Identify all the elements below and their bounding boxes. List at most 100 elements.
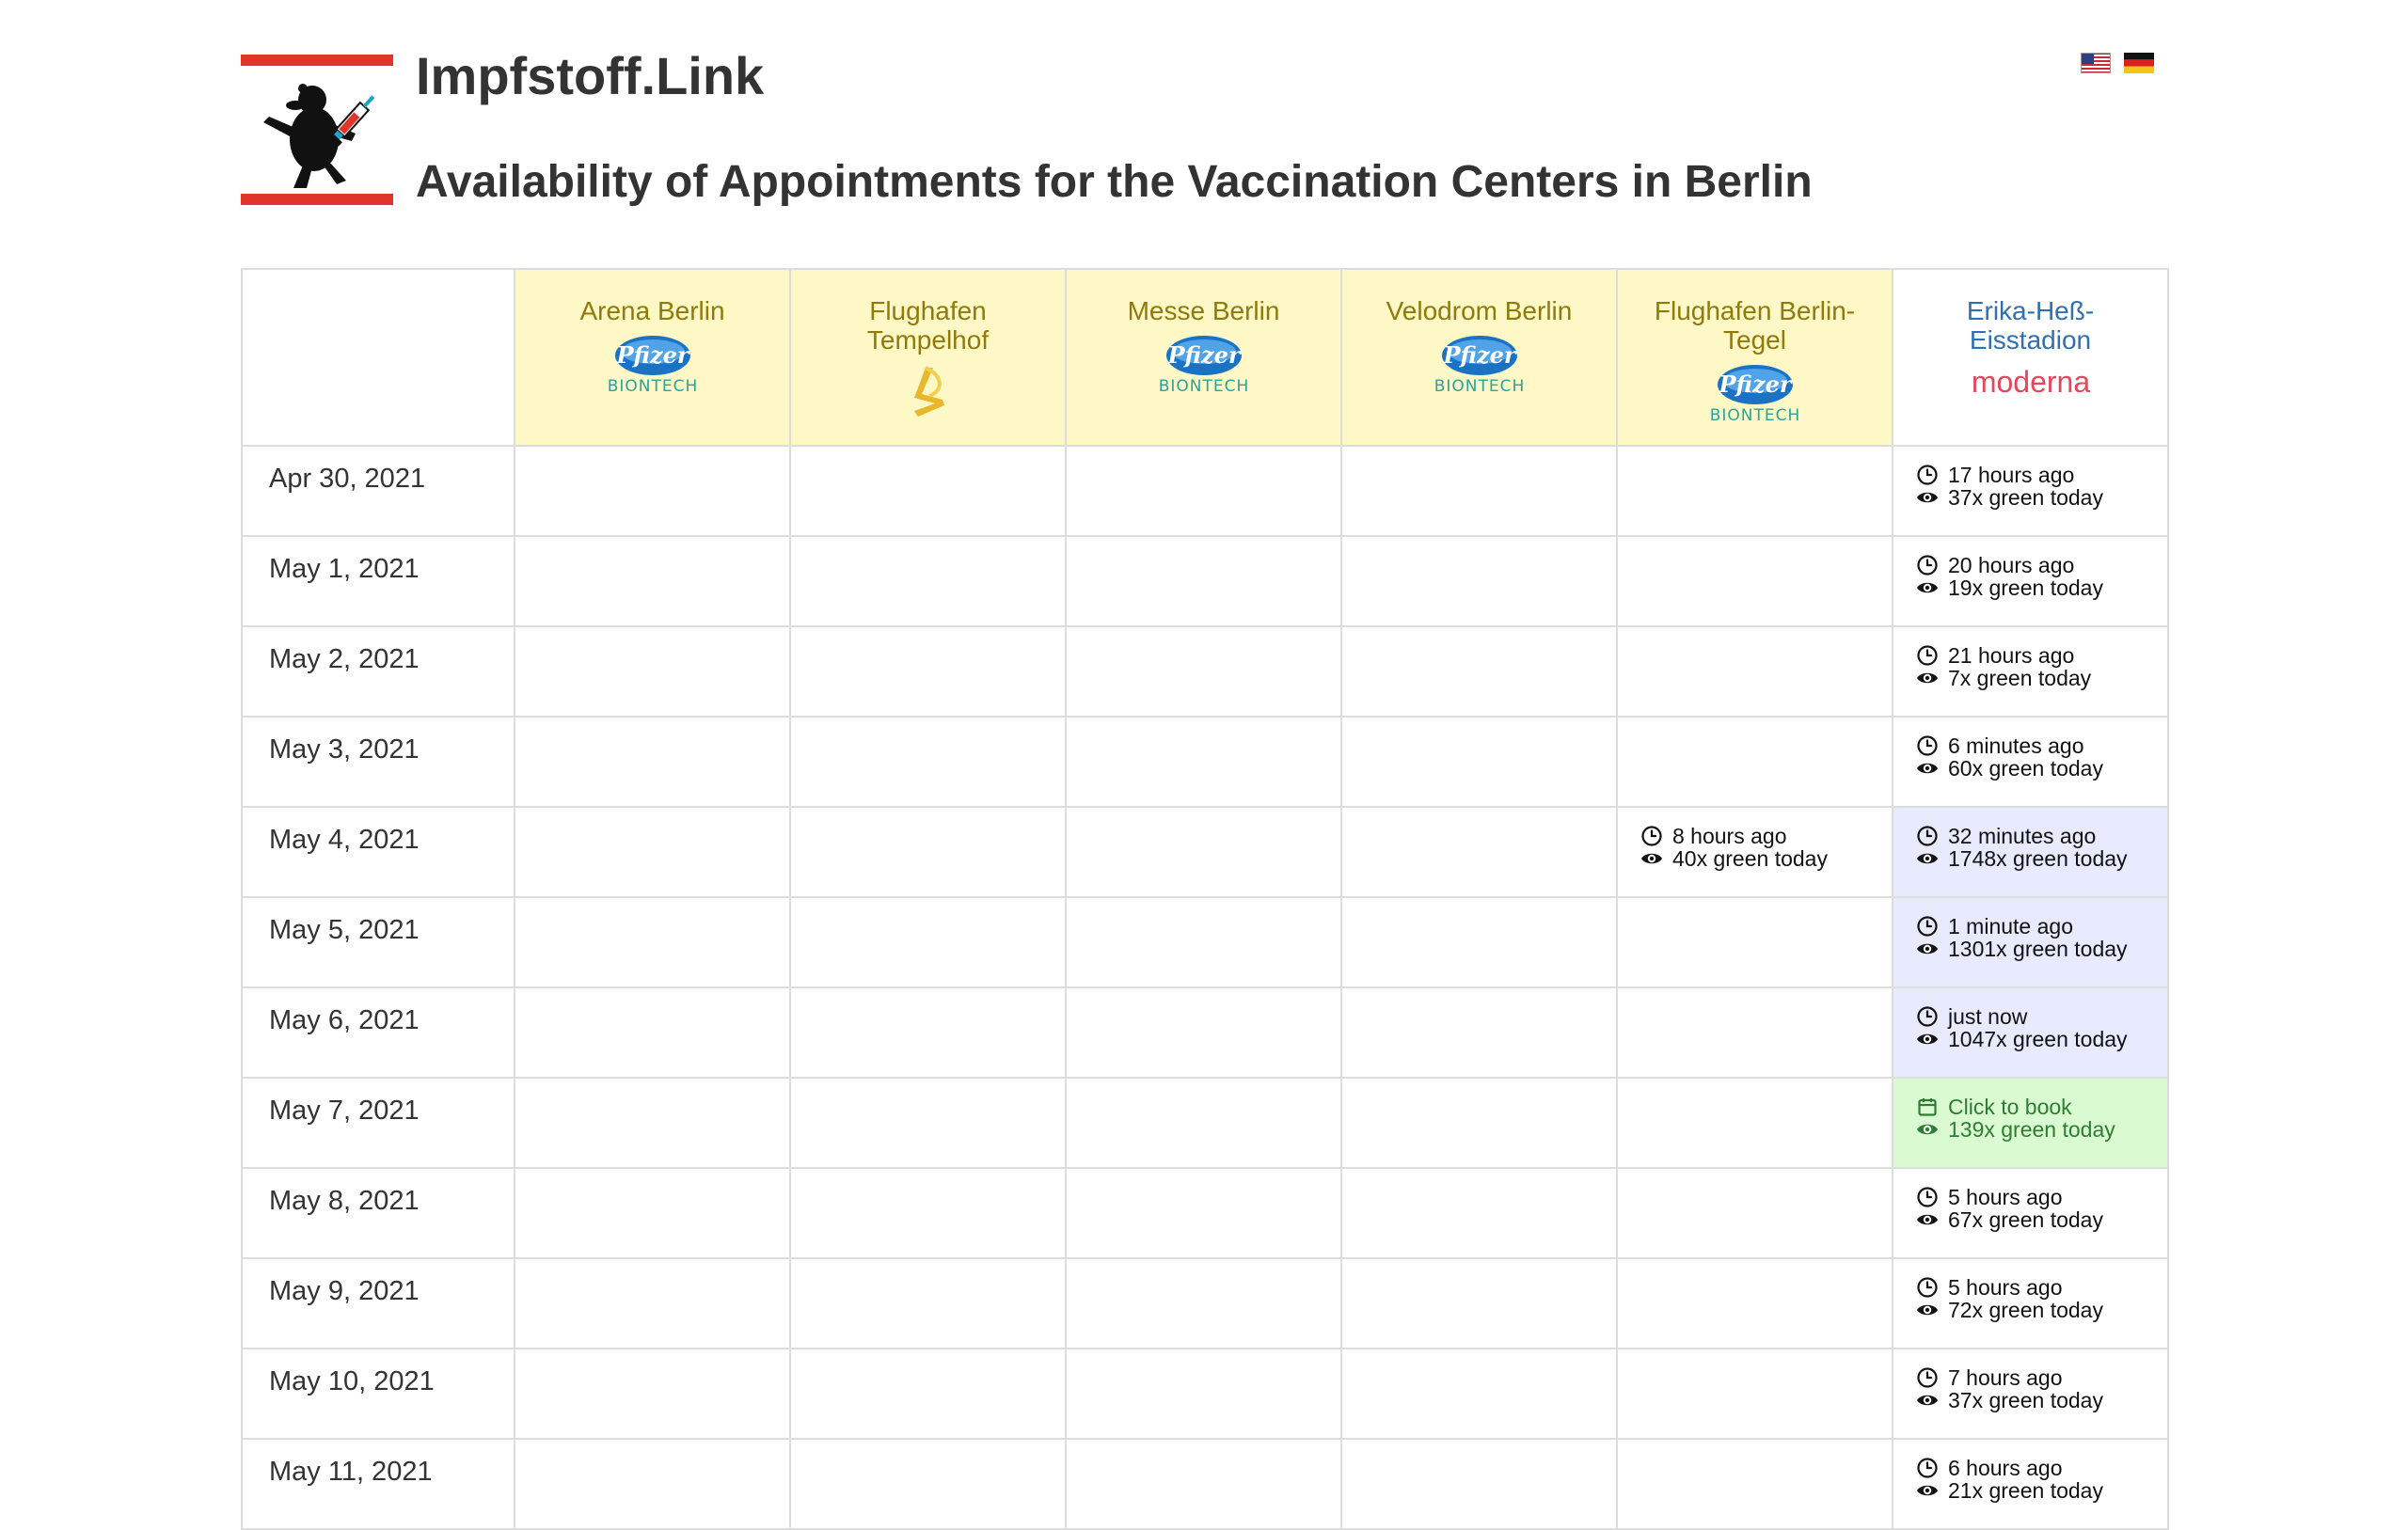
slot-count-line: 19x green today — [1916, 576, 2167, 599]
slot-cell — [1618, 1169, 1893, 1259]
slot-cell[interactable]: 8 hours ago 40x green today — [1618, 808, 1893, 898]
eye-icon — [1917, 582, 1938, 593]
center-header-arena-berlin: Arena Berlin Pfizer BIONTECH — [515, 268, 791, 447]
slot-cell[interactable]: 1 minute ago 1301x green today — [1893, 898, 2169, 988]
slot-status-line: 6 minutes ago — [1916, 734, 2167, 757]
us-flag-icon[interactable] — [2081, 53, 2111, 73]
table-row: May 1, 2021 20 hours ago 19x green today — [241, 537, 2169, 627]
slot-cell[interactable]: 17 hours ago 37x green today — [1893, 447, 2169, 537]
slot-cell — [1067, 808, 1342, 898]
eye-icon — [1917, 1304, 1938, 1316]
slot-count: 1301x green today — [1948, 937, 2128, 961]
slot-count: 40x green today — [1672, 846, 1828, 871]
svg-text:Pfizer: Pfizer — [1442, 341, 1517, 369]
clock-icon — [1641, 826, 1662, 846]
center-name[interactable]: Erika-Heß-Eisstadion — [1893, 296, 2167, 355]
slot-cell — [1618, 1349, 1893, 1440]
moderna-logo: moderna — [1971, 365, 2090, 399]
slot-status: 6 minutes ago — [1948, 733, 2084, 758]
slot-count-line: 7x green today — [1916, 667, 2167, 689]
date-cell: May 6, 2021 — [241, 988, 515, 1079]
svg-text:BIONTECH: BIONTECH — [1158, 377, 1249, 395]
slot-cell[interactable]: Click to book 139x green today — [1893, 1079, 2169, 1169]
slot-cell[interactable]: 6 minutes ago 60x green today — [1893, 718, 2169, 808]
slot-count-line: 21x green today — [1916, 1479, 2167, 1502]
slot-cell — [515, 447, 791, 537]
svg-text:BIONTECH: BIONTECH — [1709, 406, 1800, 424]
slot-cell[interactable]: 5 hours ago 67x green today — [1893, 1169, 2169, 1259]
date-cell: May 4, 2021 — [241, 808, 515, 898]
slot-cell — [515, 1440, 791, 1530]
slot-status: 1 minute ago — [1948, 914, 2073, 939]
slot-cell — [1067, 718, 1342, 808]
slot-cell — [1342, 1079, 1618, 1169]
slot-cell — [1067, 447, 1342, 537]
slot-count-line: 139x green today — [1916, 1118, 2167, 1141]
slot-count-line: 72x green today — [1916, 1299, 2167, 1321]
slot-cell — [791, 447, 1067, 537]
slot-cell — [1067, 898, 1342, 988]
slot-count-line: 40x green today — [1640, 847, 1892, 870]
clock-icon — [1917, 735, 1938, 756]
berlin-bear-logo[interactable] — [241, 55, 393, 205]
slot-cell[interactable]: 20 hours ago 19x green today — [1893, 537, 2169, 627]
slot-status-line: 6 hours ago — [1916, 1457, 2167, 1479]
clock-icon — [1917, 465, 1938, 485]
slot-cell — [1067, 1440, 1342, 1530]
slot-cell — [791, 1349, 1067, 1440]
slot-count-line: 37x green today — [1916, 1389, 2167, 1412]
date-cell: May 9, 2021 — [241, 1259, 515, 1349]
eye-icon — [1917, 943, 1938, 954]
slot-cell — [1067, 988, 1342, 1079]
clock-icon — [1917, 1367, 1938, 1388]
date-cell: May 11, 2021 — [241, 1440, 515, 1530]
eye-icon — [1641, 853, 1662, 864]
slot-count-line: 1301x green today — [1916, 938, 2167, 960]
center-name[interactable]: Arena Berlin — [515, 296, 789, 325]
slot-cell[interactable]: just now 1047x green today — [1893, 988, 2169, 1079]
slot-status-line: 8 hours ago — [1640, 825, 1892, 847]
slot-cell — [791, 1169, 1067, 1259]
slot-cell — [515, 537, 791, 627]
slot-cell — [1618, 988, 1893, 1079]
svg-text:BIONTECH: BIONTECH — [607, 377, 698, 395]
clock-icon — [1917, 555, 1938, 576]
center-name[interactable]: Flughafen Tempelhof — [791, 296, 1065, 355]
slot-cell — [1618, 718, 1893, 808]
table-row: May 3, 2021 6 minutes ago 60x green today — [241, 718, 2169, 808]
slot-cell[interactable]: 32 minutes ago 1748x green today — [1893, 808, 2169, 898]
date-cell: Apr 30, 2021 — [241, 447, 515, 537]
slot-cell[interactable]: 7 hours ago 37x green today — [1893, 1349, 2169, 1440]
page: Impfstoff.Link Availability of Appointme… — [0, 0, 2408, 1530]
clock-icon — [1917, 1187, 1938, 1207]
slot-count: 60x green today — [1948, 756, 2103, 781]
slot-count: 1047x green today — [1948, 1027, 2128, 1051]
slot-cell — [515, 1079, 791, 1169]
pfizer-biontech-logo: Pfizer BIONTECH — [1158, 336, 1249, 395]
center-header-flughafen-tegel: Flughafen Berlin-Tegel Pfizer BIONTECH — [1618, 268, 1893, 447]
slot-cell — [1342, 718, 1618, 808]
slot-cell[interactable]: 21 hours ago 7x green today — [1893, 627, 2169, 718]
slot-cell[interactable]: 6 hours ago 21x green today — [1893, 1440, 2169, 1530]
center-name[interactable]: Velodrom Berlin — [1342, 296, 1616, 325]
eye-icon — [1917, 1395, 1938, 1406]
slot-cell — [1342, 808, 1618, 898]
slot-cell — [791, 1440, 1067, 1530]
center-name[interactable]: Messe Berlin — [1067, 296, 1340, 325]
header-corner-cell — [241, 268, 515, 447]
slot-status-line: 17 hours ago — [1916, 464, 2167, 486]
eye-icon — [1917, 1124, 1938, 1135]
slot-cell — [1342, 898, 1618, 988]
slot-status-line: 1 minute ago — [1916, 915, 2167, 938]
svg-text:Pfizer: Pfizer — [615, 341, 690, 369]
german-flag-icon[interactable] — [2124, 53, 2154, 73]
slot-status-line: 5 hours ago — [1916, 1186, 2167, 1208]
slot-cell — [515, 627, 791, 718]
slot-cell[interactable]: 5 hours ago 72x green today — [1893, 1259, 2169, 1349]
table-row: May 2, 2021 21 hours ago 7x green today — [241, 627, 2169, 718]
center-header-messe-berlin: Messe Berlin Pfizer BIONTECH — [1067, 268, 1342, 447]
slot-count-line: 1047x green today — [1916, 1028, 2167, 1050]
center-name[interactable]: Flughafen Berlin-Tegel — [1618, 296, 1892, 355]
slot-cell — [791, 898, 1067, 988]
slot-cell — [1618, 1079, 1893, 1169]
